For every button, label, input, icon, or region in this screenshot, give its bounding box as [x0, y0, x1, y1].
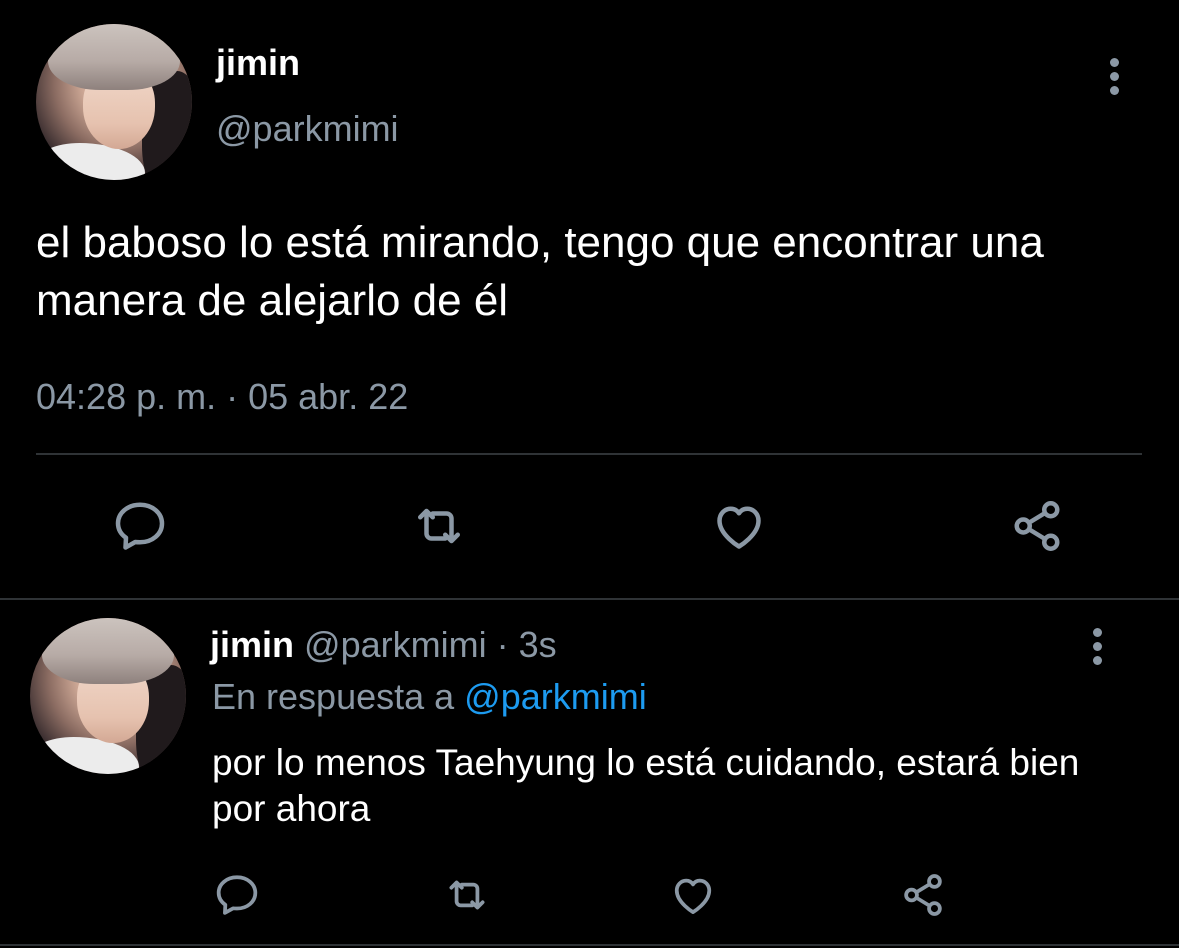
retweet-icon [449, 880, 485, 910]
heart-icon [674, 878, 712, 914]
retweet-button[interactable] [408, 495, 470, 557]
divider [36, 453, 1142, 455]
mention-link[interactable]: @parkmimi [464, 676, 647, 717]
reply-button[interactable] [210, 868, 264, 922]
retweet-icon [418, 508, 460, 544]
like-button[interactable] [666, 868, 720, 922]
tweet-timestamp[interactable]: 04:28 p. m. · 05 abr. 22 [36, 376, 408, 418]
display-name[interactable]: jimin [216, 42, 300, 84]
user-handle[interactable]: @parkmimi [216, 108, 399, 150]
avatar[interactable] [36, 24, 192, 180]
tweet-text: el baboso lo está mirando, tengo que enc… [36, 218, 1044, 325]
more-options-icon[interactable] [1093, 628, 1103, 670]
divider [0, 944, 1179, 946]
heart-icon [717, 506, 761, 549]
reply-icon [115, 502, 165, 550]
like-button[interactable] [708, 495, 770, 557]
share-button[interactable] [896, 868, 950, 922]
share-button[interactable] [1006, 495, 1068, 557]
reply-button[interactable] [109, 495, 171, 557]
tweet-actions [0, 495, 1179, 557]
in-reply-to: En respuesta a @parkmimi [212, 676, 647, 718]
retweet-button[interactable] [440, 868, 494, 922]
tweet-text: por lo menos Taehyung lo está cuidando, … [212, 742, 1080, 829]
display-name[interactable]: jimin [210, 624, 294, 665]
in-reply-prefix: En respuesta a [212, 676, 455, 717]
tweet-actions [0, 868, 1179, 924]
user-handle[interactable]: @parkmimi [304, 624, 487, 665]
share-icon [1014, 501, 1060, 551]
time-ago: · 3s [496, 624, 557, 665]
more-options-icon[interactable] [1110, 58, 1120, 100]
share-icon [904, 874, 942, 916]
divider [0, 598, 1179, 600]
main-tweet: jimin @parkmimi el baboso lo está mirand… [0, 0, 1179, 600]
reply-header: jimin @parkmimi · 3s [210, 624, 557, 666]
reply-icon [216, 875, 258, 915]
avatar[interactable] [30, 618, 186, 774]
tweet-thread: jimin @parkmimi el baboso lo está mirand… [0, 0, 1179, 948]
